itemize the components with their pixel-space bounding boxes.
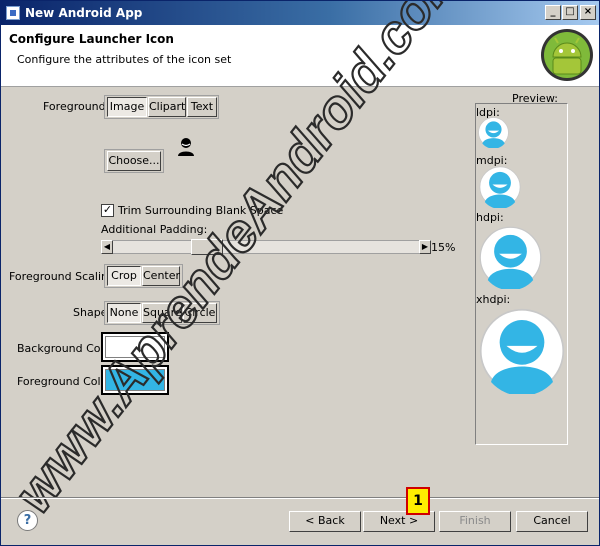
padding-label: Additional Padding: [101, 223, 208, 236]
person-icon [178, 138, 194, 156]
choose-button-frame: Choose... [104, 149, 164, 173]
shape-square-button[interactable]: Square [142, 303, 182, 323]
cancel-button[interactable]: Cancel [516, 511, 588, 532]
wizard-header: Configure Launcher Icon Configure the at… [1, 25, 599, 87]
footer-separator [1, 497, 599, 499]
window-title: New Android App [25, 6, 143, 20]
page-subtitle: Configure the attributes of the icon set [17, 53, 232, 66]
title-bar[interactable]: New Android App _ □ × [1, 1, 599, 25]
scaling-center-button[interactable]: Center [142, 266, 180, 286]
padding-slider-track[interactable] [101, 240, 431, 254]
page-title: Configure Launcher Icon [9, 32, 174, 46]
background-color-picker[interactable] [101, 332, 169, 362]
preview-mdpi-icon [479, 166, 521, 208]
scaling-label: Foreground Scaling: [9, 270, 119, 283]
foreground-clipart-button[interactable]: Clipart [148, 97, 186, 117]
trim-checkbox[interactable]: ✓ [101, 204, 114, 217]
finish-button[interactable]: Finish [439, 511, 511, 532]
trim-label: Trim Surrounding Blank Space [118, 204, 284, 217]
preview-xhdpi-label: xhdpi: [476, 293, 511, 306]
background-color-swatch [105, 336, 165, 358]
foreground-image-button[interactable]: Image [107, 97, 147, 117]
android-logo-icon [541, 29, 593, 81]
shape-options: None Square Circle [104, 301, 220, 325]
padding-value: 15% [431, 241, 456, 254]
preview-hdpi-icon [479, 226, 542, 289]
foreground-color-swatch [105, 369, 165, 391]
preview-hdpi-label: hdpi: [476, 211, 504, 224]
back-button[interactable]: < Back [289, 511, 361, 532]
app-window-icon [6, 6, 20, 20]
help-icon[interactable]: ? [17, 510, 38, 531]
maximize-button[interactable]: □ [562, 5, 578, 20]
shape-label: Shape [73, 306, 108, 319]
shape-none-button[interactable]: None [107, 303, 141, 323]
scaling-options: Crop Center [104, 264, 183, 288]
choose-image-button[interactable]: Choose... [107, 151, 161, 171]
padding-slider-thumb[interactable] [191, 239, 223, 255]
close-button[interactable]: × [580, 5, 596, 20]
preview-xhdpi-icon [479, 308, 565, 394]
foreground-color-picker[interactable] [101, 365, 169, 395]
foreground-options: Image Clipart Text [104, 95, 219, 119]
minimize-button[interactable]: _ [545, 5, 561, 20]
slider-right-arrow-icon[interactable]: ▶ [419, 240, 431, 254]
dialog-window: New Android App _ □ × Configure Launcher… [0, 0, 600, 546]
scaling-crop-button[interactable]: Crop [107, 266, 141, 286]
step-annotation-badge: 1 [406, 487, 430, 515]
preview-ldpi-icon [478, 117, 509, 148]
foreground-label: Foreground: [43, 100, 110, 113]
slider-left-arrow-icon[interactable]: ◀ [101, 240, 113, 254]
foreground-text-button[interactable]: Text [187, 97, 217, 117]
shape-circle-button[interactable]: Circle [183, 303, 217, 323]
